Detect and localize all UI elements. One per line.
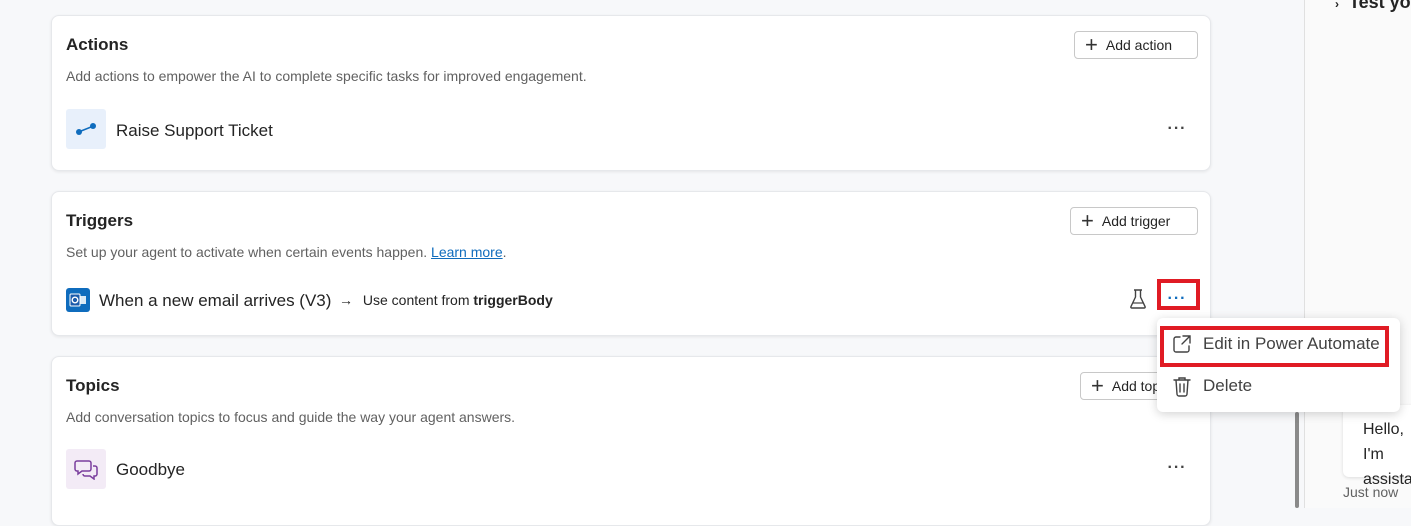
action-more-button[interactable]: ··· xyxy=(1164,119,1190,139)
arrow-icon: → xyxy=(339,292,353,308)
add-action-button[interactable]: + Add action xyxy=(1074,31,1198,59)
topic-item-label[interactable]: Goodbye xyxy=(116,460,185,480)
content-prefix: Use content from xyxy=(362,292,470,308)
chat-timestamp: Just now xyxy=(1343,484,1399,500)
triggers-title: Triggers xyxy=(66,211,134,230)
plus-icon: + xyxy=(1085,32,1098,57)
edit-power-automate-highlight xyxy=(1160,326,1389,367)
menu-item-delete[interactable]: Delete xyxy=(1171,375,1252,397)
actions-title: Actions xyxy=(66,35,129,54)
chat-bubbles-icon xyxy=(66,449,106,489)
test-panel: › Test yo Hello, I'm assista Just now xyxy=(1295,0,1411,508)
chat-message-text: Hello, I'm assista xyxy=(1363,421,1411,488)
collapse-chevron-icon[interactable]: › xyxy=(1335,0,1339,11)
topics-card: Topics + Add topic Add conversation topi… xyxy=(51,356,1211,526)
chat-message-bubble: Hello, I'm assista xyxy=(1343,405,1411,488)
triggers-description-text: Set up your agent to activate when certa… xyxy=(66,244,428,260)
topics-title: Topics xyxy=(66,376,120,395)
trigger-content-info: → Use content from triggerBody xyxy=(339,292,553,308)
learn-more-link[interactable]: Learn more xyxy=(431,244,503,260)
trigger-item-label[interactable]: When a new email arrives (V3) xyxy=(99,291,331,311)
main-content: Actions + Add action Add actions to empo… xyxy=(0,0,1303,526)
actions-card: Actions + Add action Add actions to empo… xyxy=(51,15,1211,171)
content-value: triggerBody xyxy=(473,292,553,308)
topic-more-button[interactable]: ··· xyxy=(1164,458,1190,478)
period: . xyxy=(502,244,507,260)
plus-icon: + xyxy=(1091,373,1104,398)
plus-icon: + xyxy=(1081,208,1094,233)
test-flask-icon[interactable] xyxy=(1129,288,1147,310)
flow-icon xyxy=(66,109,106,149)
triggers-card: Triggers + Add trigger Set up your agent… xyxy=(51,191,1211,336)
outlook-icon xyxy=(66,288,90,312)
trigger-more-highlight xyxy=(1157,279,1200,310)
test-panel-header: › Test yo xyxy=(1335,0,1411,13)
test-panel-title: Test yo xyxy=(1349,0,1411,12)
menu-item-label: Delete xyxy=(1203,376,1253,395)
chat-scrollbar[interactable] xyxy=(1295,412,1299,508)
actions-description: Add actions to empower the AI to complet… xyxy=(66,68,587,84)
trash-icon xyxy=(1173,377,1191,397)
add-action-label: Add action xyxy=(1105,37,1173,53)
triggers-description: Set up your agent to activate when certa… xyxy=(66,244,507,260)
add-trigger-label: Add trigger xyxy=(1101,213,1171,229)
add-trigger-button[interactable]: + Add trigger xyxy=(1070,207,1198,235)
action-item-label[interactable]: Raise Support Ticket xyxy=(116,121,273,141)
topics-description: Add conversation topics to focus and gui… xyxy=(66,409,516,425)
